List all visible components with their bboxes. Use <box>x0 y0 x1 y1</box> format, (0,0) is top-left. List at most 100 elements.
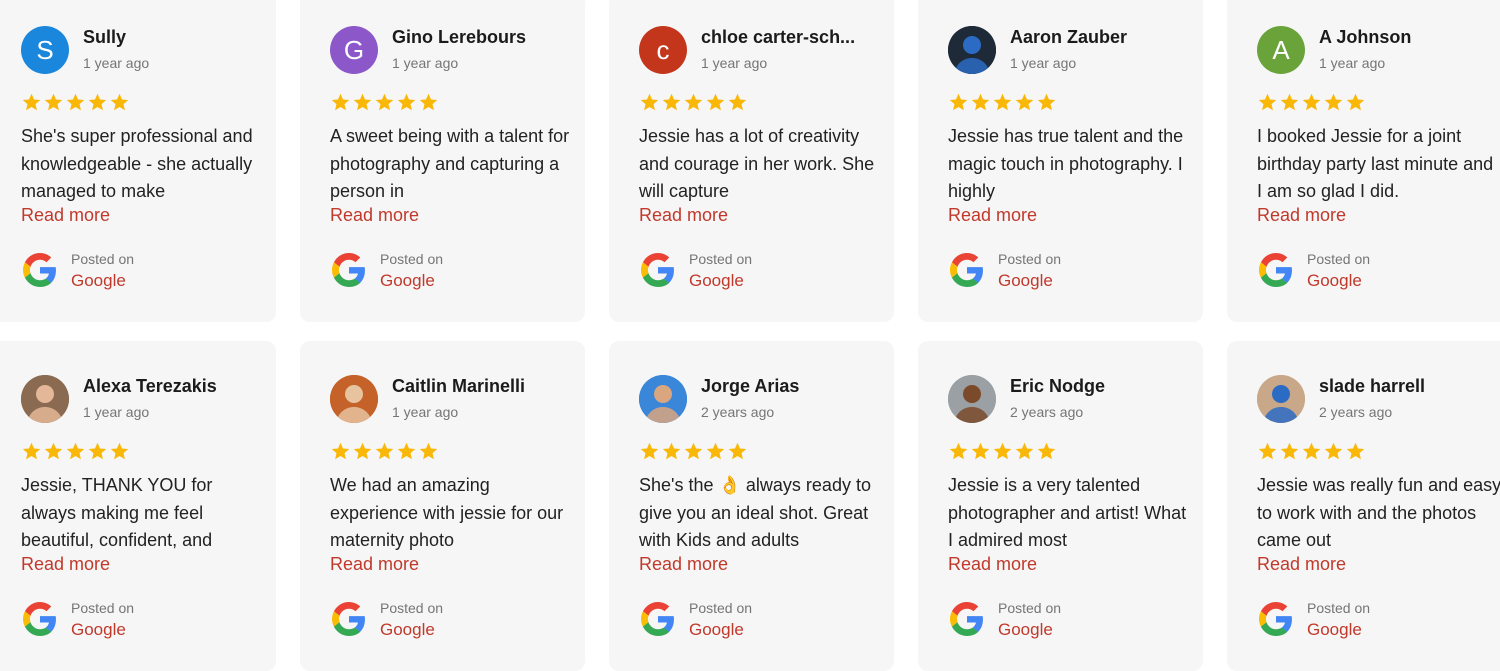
reviewer-name[interactable]: Sully <box>83 27 263 48</box>
star-icon <box>375 93 394 111</box>
posted-on-label: Posted on <box>380 251 444 267</box>
google-logo-icon <box>23 253 57 287</box>
source-link[interactable]: Google <box>71 620 126 640</box>
reviewer-name[interactable]: Gino Lerebours <box>392 27 572 48</box>
star-icon <box>88 93 107 111</box>
review-card: S Sully 1 year ago She's super professional… <box>0 0 276 322</box>
review-text: A sweet being with a talent for photogra… <box>330 126 570 201</box>
reviewer-name[interactable]: chloe carter-sch... <box>701 27 881 48</box>
avatar-letter: c <box>656 34 670 65</box>
avatar[interactable] <box>948 26 996 74</box>
star-icon <box>1015 93 1034 111</box>
star-icon <box>331 442 350 460</box>
star-icon <box>1280 93 1299 111</box>
star-icon <box>44 442 63 460</box>
avatar[interactable]: G <box>330 26 378 74</box>
source-link[interactable]: Google <box>380 271 435 291</box>
review-time: 1 year ago <box>392 55 459 71</box>
star-icon <box>684 442 703 460</box>
review-card: Alexa Terezakis 1 year ago Jessie, THANK Y… <box>0 341 276 671</box>
star-icon <box>1324 93 1343 111</box>
posted-on-label: Posted on <box>1307 600 1371 616</box>
google-logo-icon <box>1259 602 1293 636</box>
posted-on-label: Posted on <box>71 600 135 616</box>
star-icon <box>684 93 703 111</box>
review-text: I booked Jessie for a joint birthday par… <box>1257 126 1494 201</box>
review-time: 1 year ago <box>701 55 768 71</box>
posted-on-label: Posted on <box>380 600 444 616</box>
read-more-link[interactable]: Read more <box>21 205 110 226</box>
google-logo-icon <box>641 253 675 287</box>
star-icon <box>949 93 968 111</box>
read-more-link[interactable]: Read more <box>639 554 728 575</box>
reviewer-name[interactable]: slade harrell <box>1319 376 1499 397</box>
star-icon <box>728 442 747 460</box>
avatar-letter: G <box>343 34 365 65</box>
posted-on-label: Posted on <box>998 251 1062 267</box>
star-icon <box>706 93 725 111</box>
read-more-link[interactable]: Read more <box>21 554 110 575</box>
star-rating <box>330 441 439 462</box>
star-icon <box>353 442 372 460</box>
avatar[interactable]: c <box>639 26 687 74</box>
reviewer-name[interactable]: Alexa Terezakis <box>83 376 263 397</box>
avatar[interactable]: A <box>1257 26 1305 74</box>
star-icon <box>375 442 394 460</box>
avatar[interactable] <box>1257 375 1305 423</box>
review-text: Jessie has a lot of creativity and coura… <box>639 126 875 201</box>
google-logo-icon <box>1259 253 1293 287</box>
star-rating <box>948 441 1057 462</box>
avatar[interactable] <box>948 375 996 423</box>
star-icon <box>1258 93 1277 111</box>
avatar[interactable] <box>21 375 69 423</box>
avatar[interactable]: S <box>21 26 69 74</box>
source-link[interactable]: Google <box>689 271 744 291</box>
source-link[interactable]: Google <box>998 620 1053 640</box>
read-more-link[interactable]: Read more <box>1257 554 1346 575</box>
star-icon <box>397 442 416 460</box>
posted-on-label: Posted on <box>689 251 753 267</box>
star-rating <box>639 441 748 462</box>
avatar[interactable] <box>639 375 687 423</box>
source-link[interactable]: Google <box>71 271 126 291</box>
reviewer-name[interactable]: Eric Nodge <box>1010 376 1190 397</box>
star-icon <box>110 442 129 460</box>
source-link[interactable]: Google <box>998 271 1053 291</box>
review-time: 2 years ago <box>1319 404 1393 420</box>
star-icon <box>706 442 725 460</box>
star-icon <box>1015 442 1034 460</box>
avatar-letter: A <box>1272 34 1290 65</box>
source-link[interactable]: Google <box>689 620 744 640</box>
reviewer-name[interactable]: Jorge Arias <box>701 376 881 397</box>
read-more-link[interactable]: Read more <box>948 554 1037 575</box>
star-icon <box>1302 93 1321 111</box>
star-icon <box>419 442 438 460</box>
read-more-link[interactable]: Read more <box>1257 205 1346 226</box>
reviewer-name[interactable]: A Johnson <box>1319 27 1499 48</box>
review-time: 2 years ago <box>701 404 775 420</box>
star-rating <box>21 441 130 462</box>
reviewer-name[interactable]: Caitlin Marinelli <box>392 376 572 397</box>
star-icon <box>640 442 659 460</box>
star-icon <box>1346 442 1365 460</box>
read-more-link[interactable]: Read more <box>948 205 1037 226</box>
source-link[interactable]: Google <box>380 620 435 640</box>
star-icon <box>331 93 350 111</box>
google-logo-icon <box>950 602 984 636</box>
reviewer-name[interactable]: Aaron Zauber <box>1010 27 1190 48</box>
review-card: G Gino Lerebours 1 year ago A sweet being w… <box>300 0 585 322</box>
read-more-link[interactable]: Read more <box>330 554 419 575</box>
read-more-link[interactable]: Read more <box>639 205 728 226</box>
star-icon <box>1037 93 1056 111</box>
review-card: A A Johnson 1 year ago I booked Jessie for … <box>1227 0 1500 322</box>
posted-on-label: Posted on <box>689 600 753 616</box>
avatar-letter: S <box>36 34 54 65</box>
source-link[interactable]: Google <box>1307 271 1362 291</box>
read-more-link[interactable]: Read more <box>330 205 419 226</box>
star-icon <box>22 442 41 460</box>
source-link[interactable]: Google <box>1307 620 1362 640</box>
review-card: Eric Nodge 2 years ago Jessie is a very ta… <box>918 341 1203 671</box>
review-time: 1 year ago <box>83 404 150 420</box>
avatar[interactable] <box>330 375 378 423</box>
star-icon <box>1346 93 1365 111</box>
